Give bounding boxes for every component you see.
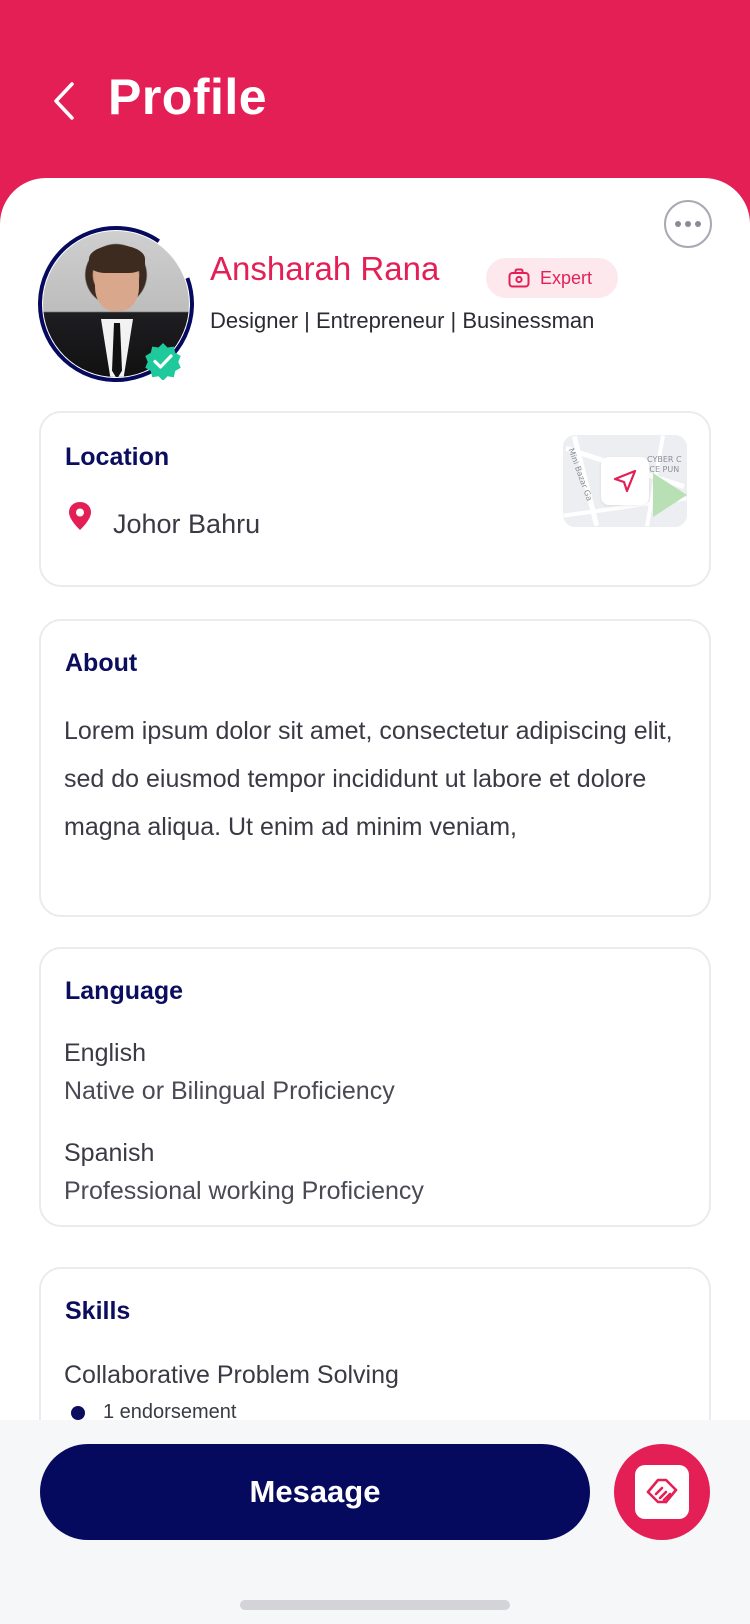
- about-card: About Lorem ipsum dolor sit amet, consec…: [39, 619, 711, 917]
- map-thumbnail[interactable]: CYBER C ICE PUN Mini Bazar Ga: [563, 435, 687, 527]
- page-title: Profile: [108, 69, 268, 125]
- profile-sheet: Ansharah Rana Expert Designer | Entrepre…: [0, 178, 750, 1624]
- bottom-action-bar: Mesaage: [0, 1420, 750, 1624]
- home-indicator: [240, 1600, 510, 1610]
- location-title: Location: [65, 443, 170, 471]
- expert-badge-label: Expert: [540, 267, 593, 288]
- skill-name: Collaborative Problem Solving: [64, 1361, 399, 1389]
- handshake-button[interactable]: [614, 1444, 710, 1540]
- back-button[interactable]: [46, 78, 82, 124]
- skills-title: Skills: [65, 1297, 131, 1325]
- language-title: Language: [65, 977, 184, 1005]
- endorsement-dot: [71, 1405, 85, 1420]
- location-pin-icon: [69, 502, 91, 530]
- expert-badge: Expert: [486, 258, 619, 298]
- language-name: English: [64, 1039, 146, 1067]
- more-options-button[interactable]: [664, 200, 712, 248]
- about-title: About: [65, 649, 138, 677]
- message-button[interactable]: Mesaage: [40, 1444, 590, 1540]
- map-label: CYBER C: [647, 455, 682, 464]
- chevron-left-icon: [54, 82, 74, 120]
- handshake-icon: [646, 1478, 678, 1504]
- profile-tagline: Designer | Entrepreneur | Businessman: [210, 308, 595, 333]
- more-horizontal-icon: [675, 221, 681, 227]
- location-card: Location Johor Bahru CYBER C ICE PUN Min…: [39, 411, 711, 587]
- navigate-button[interactable]: [601, 457, 649, 505]
- language-name: Spanish: [64, 1139, 155, 1167]
- about-text: Lorem ipsum dolor sit amet, consectetur …: [64, 717, 673, 841]
- navigation-arrow-icon: [613, 469, 637, 493]
- language-level: Native or Bilingual Proficiency: [64, 1077, 395, 1105]
- avatar[interactable]: [36, 224, 196, 384]
- map-label: ICE PUN: [647, 465, 680, 474]
- location-city: Johor Bahru: [113, 509, 261, 539]
- verified-badge-icon: [145, 343, 181, 380]
- language-level: Professional working Proficiency: [64, 1177, 424, 1205]
- language-card: Language English Native or Bilingual Pro…: [39, 947, 711, 1227]
- profile-name: Ansharah Rana: [210, 250, 440, 287]
- briefcase-icon: [508, 268, 530, 288]
